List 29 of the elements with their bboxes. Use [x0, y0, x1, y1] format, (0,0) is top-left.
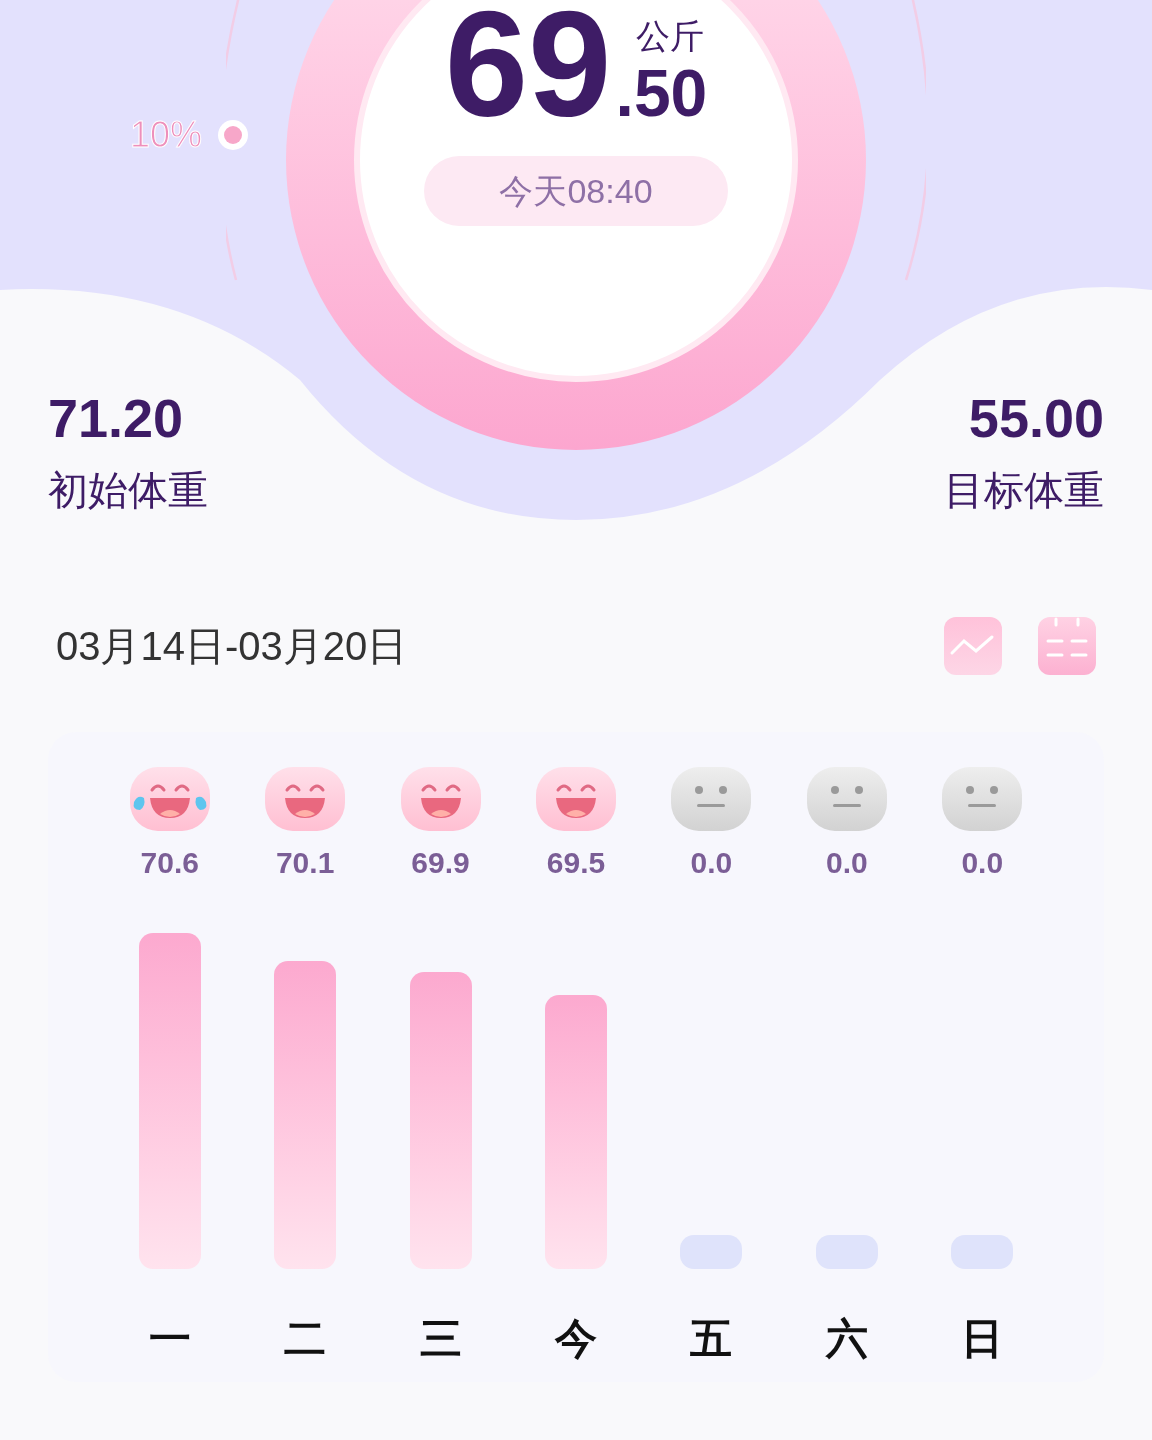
empty-bar — [815, 1235, 878, 1269]
target-weight-value: 55.00 — [968, 388, 1104, 448]
target-weight-label: 目标体重 — [944, 467, 1104, 514]
unit-label: 公斤 — [635, 16, 704, 57]
weekday-label: 三 — [419, 1314, 462, 1364]
day-weight: 69.5 — [546, 845, 606, 881]
start-weight-value: 71.20 — [48, 388, 184, 448]
start-weight-label: 初始体重 — [48, 467, 208, 514]
trend-chart-icon[interactable] — [944, 617, 1002, 675]
weekday-label: 今 — [555, 1314, 597, 1364]
day-weight: 69.9 — [411, 845, 470, 881]
progress-percent: 10% — [130, 113, 203, 157]
weekday-label: 六 — [825, 1314, 868, 1364]
weekday-label: 一 — [148, 1314, 191, 1364]
measure-time: 今天08:40 — [424, 156, 728, 226]
day-weight: 70.6 — [140, 845, 199, 881]
empty-bar — [680, 1235, 743, 1269]
day-weight: 70.1 — [275, 845, 335, 881]
weekday-label: 五 — [690, 1314, 733, 1364]
day-weight: 0.0 — [826, 845, 868, 881]
calendar-icon[interactable] — [1038, 617, 1096, 675]
weekday-label: 二 — [284, 1314, 327, 1364]
empty-bar — [951, 1235, 1014, 1269]
day-weight: 0.0 — [961, 845, 1004, 881]
day-weight: 0.0 — [690, 845, 733, 881]
weight-decimal: .50 — [615, 62, 708, 124]
weight-integer: 69 — [444, 4, 612, 124]
weekday-label: 日 — [961, 1314, 1004, 1364]
date-range: 03月14日-03月20日 — [56, 623, 408, 670]
